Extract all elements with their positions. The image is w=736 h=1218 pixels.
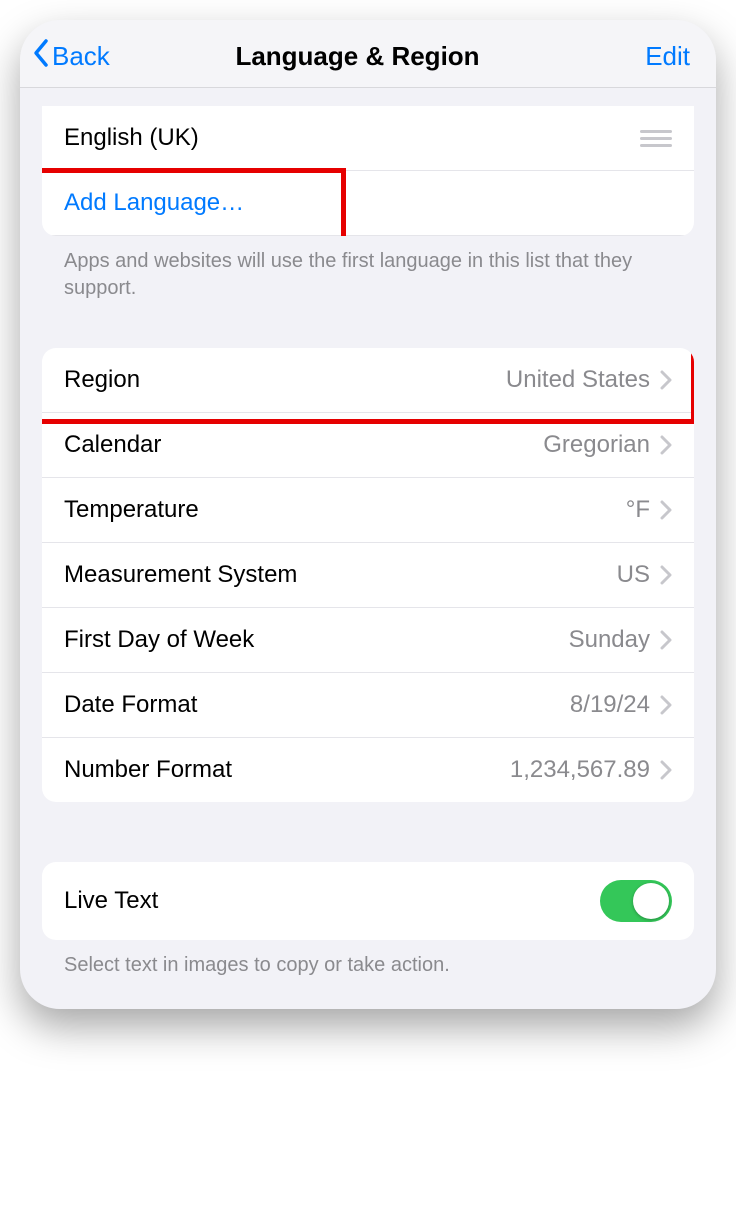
setting-value: °F bbox=[626, 496, 650, 524]
chevron-right-icon bbox=[660, 435, 672, 455]
add-language-label: Add Language… bbox=[64, 189, 672, 217]
temperature-row[interactable]: Temperature °F bbox=[42, 478, 694, 543]
first-day-row[interactable]: First Day of Week Sunday bbox=[42, 608, 694, 673]
language-region-screen: Back Language & Region Edit English (UK)… bbox=[20, 20, 716, 1009]
chevron-right-icon bbox=[660, 630, 672, 650]
setting-value: Gregorian bbox=[543, 431, 650, 459]
calendar-row[interactable]: Calendar Gregorian bbox=[42, 413, 694, 478]
region-row[interactable]: Region United States bbox=[42, 348, 694, 413]
edit-button[interactable]: Edit bbox=[645, 41, 696, 72]
region-settings-group: Region United States Calendar Gregorian … bbox=[42, 348, 694, 802]
chevron-right-icon bbox=[660, 760, 672, 780]
setting-label: Number Format bbox=[64, 756, 510, 784]
chevron-right-icon bbox=[660, 695, 672, 715]
live-text-toggle[interactable] bbox=[600, 880, 672, 922]
setting-value: 8/19/24 bbox=[570, 691, 650, 719]
setting-label: Date Format bbox=[64, 691, 570, 719]
languages-footer: Apps and websites will use the first lan… bbox=[42, 236, 694, 302]
setting-label: Temperature bbox=[64, 496, 626, 524]
content-area: English (UK) Add Language… Apps and webs… bbox=[20, 106, 716, 1009]
chevron-right-icon bbox=[660, 500, 672, 520]
language-row[interactable]: English (UK) bbox=[42, 106, 694, 171]
reorder-grip-icon[interactable] bbox=[640, 126, 672, 151]
chevron-right-icon bbox=[660, 565, 672, 585]
setting-value: US bbox=[617, 561, 650, 589]
live-text-label: Live Text bbox=[64, 887, 600, 915]
live-text-group: Live Text bbox=[42, 862, 694, 940]
chevron-right-icon bbox=[660, 370, 672, 390]
setting-value: 1,234,567.89 bbox=[510, 756, 650, 784]
setting-label: Measurement System bbox=[64, 561, 617, 589]
chevron-left-icon bbox=[32, 38, 50, 75]
add-language-button[interactable]: Add Language… bbox=[42, 171, 694, 236]
setting-label: First Day of Week bbox=[64, 626, 569, 654]
toggle-knob-icon bbox=[633, 883, 669, 919]
live-text-footer: Select text in images to copy or take ac… bbox=[42, 940, 694, 979]
setting-value: United States bbox=[506, 366, 650, 394]
language-label: English (UK) bbox=[64, 124, 640, 152]
date-format-row[interactable]: Date Format 8/19/24 bbox=[42, 673, 694, 738]
measurement-row[interactable]: Measurement System US bbox=[42, 543, 694, 608]
live-text-row: Live Text bbox=[42, 862, 694, 940]
setting-value: Sunday bbox=[569, 626, 650, 654]
navigation-bar: Back Language & Region Edit bbox=[20, 20, 716, 88]
setting-label: Region bbox=[64, 366, 506, 394]
page-title: Language & Region bbox=[70, 41, 645, 72]
setting-label: Calendar bbox=[64, 431, 543, 459]
languages-group: English (UK) Add Language… bbox=[42, 106, 694, 236]
number-format-row[interactable]: Number Format 1,234,567.89 bbox=[42, 738, 694, 802]
